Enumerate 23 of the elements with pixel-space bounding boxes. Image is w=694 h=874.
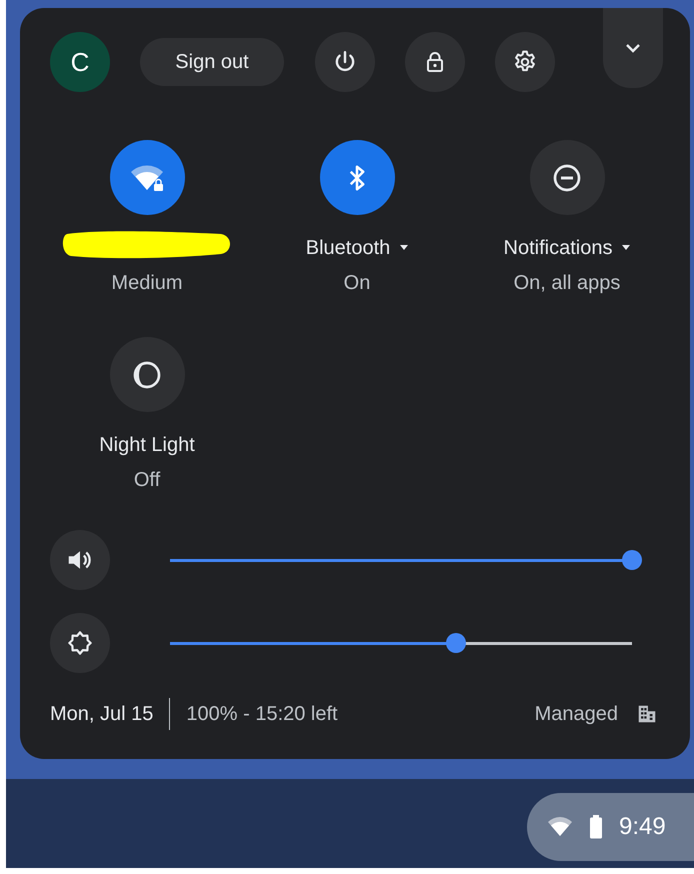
do-not-disturb-icon bbox=[551, 162, 583, 194]
slider-thumb[interactable] bbox=[446, 632, 466, 652]
toggle-status: On bbox=[344, 272, 370, 294]
toggle-label: Night Light bbox=[99, 434, 195, 456]
sign-out-button[interactable]: Sign out bbox=[140, 38, 284, 86]
toggle-label: Notifications bbox=[504, 236, 612, 260]
clock-time: 9:49 bbox=[619, 812, 666, 840]
building-icon[interactable] bbox=[636, 703, 658, 725]
status-tray[interactable]: 9:49 bbox=[527, 792, 694, 860]
battery-status: 100% - 15:20 left bbox=[186, 702, 338, 726]
slider-thumb[interactable] bbox=[622, 550, 642, 570]
dropdown-caret-icon[interactable] bbox=[400, 245, 408, 251]
user-avatar[interactable]: C bbox=[50, 32, 110, 92]
toggle-status: Medium bbox=[111, 272, 183, 294]
battery-icon bbox=[589, 814, 603, 838]
toggle-status: On, all apps bbox=[514, 272, 620, 294]
dropdown-caret-icon[interactable] bbox=[622, 245, 630, 251]
date-text[interactable]: Mon, Jul 15 bbox=[50, 702, 154, 726]
toggle-status: Off bbox=[134, 469, 160, 491]
managed-label: Managed bbox=[534, 702, 618, 726]
wifi-icon bbox=[547, 816, 573, 838]
moon-icon bbox=[131, 358, 163, 390]
toggle-label: Bluetooth bbox=[306, 236, 390, 260]
